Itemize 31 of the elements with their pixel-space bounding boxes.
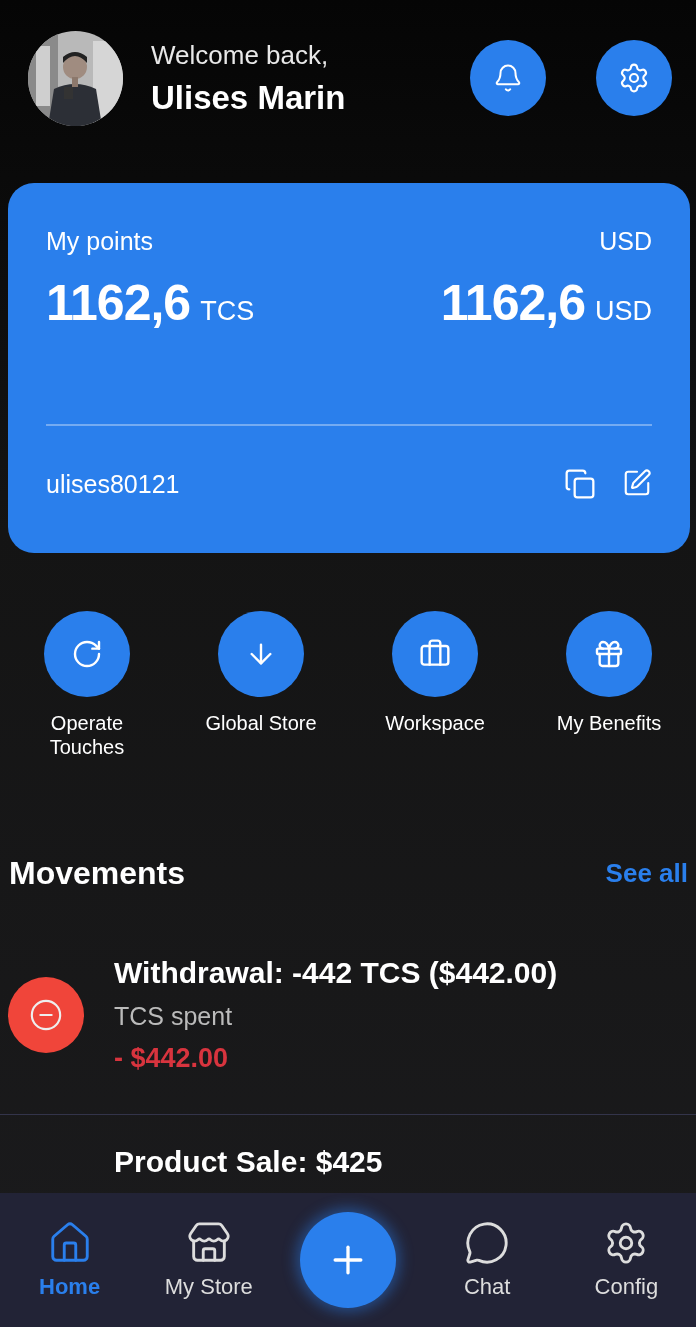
movement-title: Withdrawal: -442 TCS ($442.00)	[114, 956, 558, 990]
action-label: Workspace	[384, 711, 486, 735]
add-button[interactable]	[300, 1212, 396, 1308]
refresh-icon	[71, 638, 103, 670]
points-value: 1162,6	[46, 274, 191, 332]
movement-amount: - $442.00	[114, 1043, 230, 1074]
movement-title: Product Sale: $425	[114, 1145, 383, 1178]
currency-label: USD	[599, 227, 652, 256]
action-label: Global Store	[204, 711, 318, 735]
section-title: Movements	[9, 855, 186, 892]
nav-item[interactable]: Chat	[463, 1220, 511, 1300]
copy-icon[interactable]	[564, 468, 596, 500]
nav-item[interactable]: Config	[594, 1220, 659, 1300]
settings-icon	[618, 62, 650, 94]
minus-circle-icon	[29, 998, 63, 1032]
action-label: My Benefits	[555, 711, 663, 735]
movement-subtitle: TCS spent	[114, 1002, 234, 1031]
user-name: Ulises Marin	[151, 78, 347, 117]
nav-item[interactable]: Home	[39, 1220, 101, 1300]
card-label: My points	[46, 227, 153, 256]
usd-unit: USD	[595, 296, 652, 327]
nav-item[interactable]: My Store	[164, 1220, 253, 1300]
chat-bubble-icon	[464, 1220, 511, 1266]
see-all-link[interactable]: See all	[605, 858, 688, 889]
points-unit: TCS	[200, 296, 255, 327]
username-text: ulises80121	[46, 469, 180, 499]
action-label: Operate Touches	[48, 711, 126, 759]
usd-value: 1162,6	[440, 274, 585, 332]
bell-icon	[493, 63, 523, 93]
gift-icon	[593, 638, 625, 670]
greeting-text: Welcome back,	[151, 39, 330, 71]
